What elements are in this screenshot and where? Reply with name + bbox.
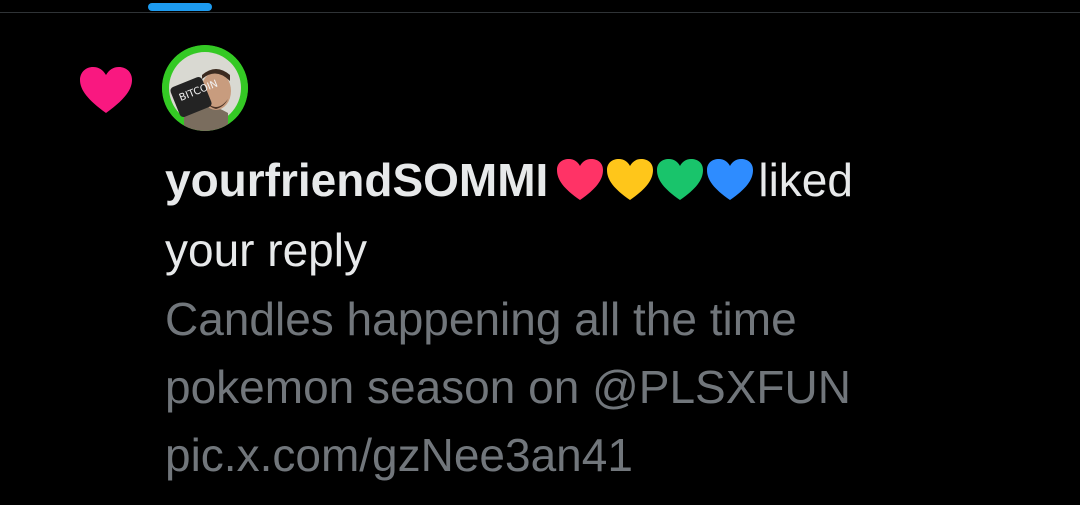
username-link[interactable]: yourfriendSOMMI (165, 154, 548, 206)
notification-object-line: your reply (165, 215, 1045, 285)
like-notification[interactable]: BITCOIN yourfriendSOMMI liked your reply… (0, 13, 1080, 505)
action-object-text: your reply (165, 224, 367, 276)
yellow-heart-emoji-icon (607, 159, 654, 200)
active-tab-indicator (148, 3, 212, 11)
reply-preview[interactable]: Candles happening all the time pokemon s… (165, 285, 1045, 489)
red-heart-emoji-icon (557, 159, 604, 200)
heart-icon (80, 67, 132, 113)
reply-media-link[interactable]: pic.x.com/gzNee3an41 (165, 421, 1045, 489)
notification-header: yourfriendSOMMI liked (165, 145, 1045, 215)
green-heart-emoji-icon (657, 159, 704, 200)
avatar[interactable]: BITCOIN (162, 45, 248, 131)
action-liked-text: liked (758, 154, 853, 206)
username-emoji-hearts (556, 158, 754, 202)
reply-text-line: Candles happening all the time (165, 293, 797, 345)
reply-text-line: pokemon season on @PLSXFUN (165, 361, 851, 413)
notification-text: yourfriendSOMMI liked your reply Candles… (165, 145, 1045, 489)
blue-heart-emoji-icon (707, 159, 754, 200)
